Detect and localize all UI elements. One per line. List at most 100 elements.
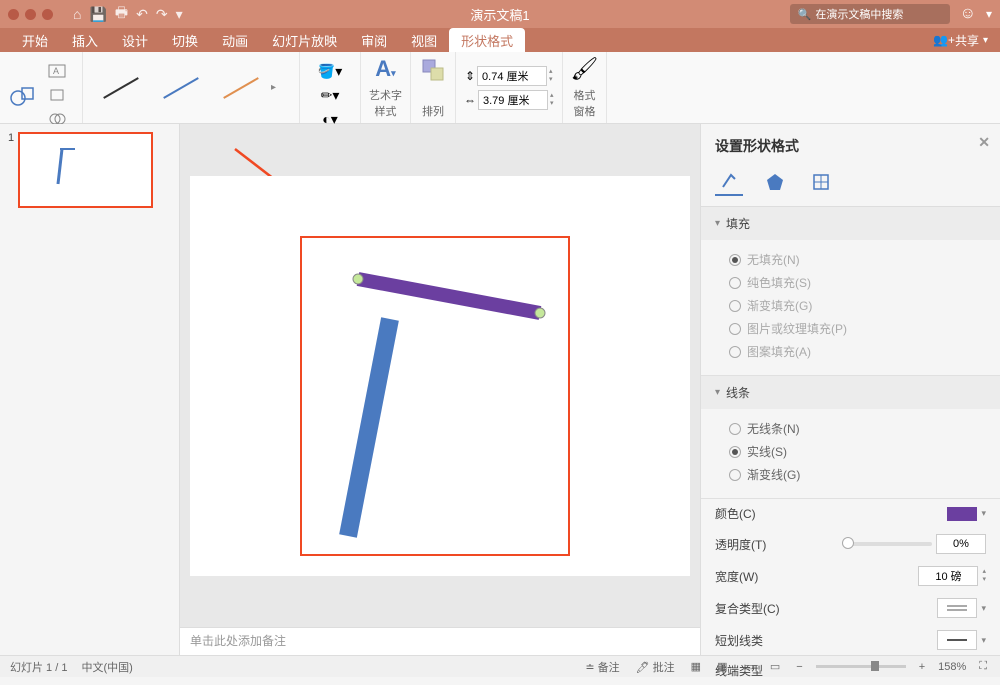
fill-picture[interactable]: 图片或纹理填充(P) bbox=[729, 317, 986, 340]
prop-dash: 短划线类 ▾ bbox=[701, 624, 1000, 656]
slide-thumbnail-1[interactable] bbox=[18, 132, 153, 208]
style-preset-3[interactable] bbox=[211, 64, 271, 112]
fill-none[interactable]: 无填充(N) bbox=[729, 248, 986, 271]
wordart-label: 艺术字 样式 bbox=[369, 87, 402, 119]
notes-toggle[interactable]: ≐ 备注 bbox=[582, 659, 622, 675]
fill-gradient[interactable]: 渐变填充(G) bbox=[729, 294, 986, 317]
pane-tab-effects[interactable] bbox=[761, 168, 789, 196]
slides-panel: 1 bbox=[0, 124, 180, 655]
maximize-window[interactable] bbox=[42, 9, 53, 20]
style-preset-1[interactable] bbox=[91, 64, 151, 112]
line-options: 无线条(N) 实线(S) 渐变线(G) bbox=[701, 409, 1000, 498]
text-box-icon[interactable]: A bbox=[44, 60, 70, 82]
quick-access-toolbar: ⌂ 💾 🖶 ↶ ↷ ▾ bbox=[73, 2, 183, 26]
ribbon-arrange-group: 排列 bbox=[411, 52, 456, 123]
format-pane-label: 格式 窗格 bbox=[573, 87, 595, 119]
search-input[interactable]: 🔍 在演示文稿中搜索 bbox=[790, 4, 950, 24]
status-language[interactable]: 中文(中国) bbox=[81, 659, 132, 675]
format-pane: 设置形状格式 ✕ 填充 无填充(N) 纯色填充(S) 渐变填充(G) 图片或纹理… bbox=[700, 124, 1000, 655]
width-icon: ⇔ bbox=[464, 93, 476, 107]
comments-toggle[interactable]: 🖊 批注 bbox=[633, 659, 678, 675]
print-icon[interactable]: 🖶 bbox=[115, 2, 128, 26]
gallery-more-icon[interactable]: ▸ bbox=[271, 82, 291, 93]
wordart-button[interactable]: A▾ bbox=[375, 56, 395, 82]
zoom-slider[interactable] bbox=[816, 665, 906, 668]
fit-to-window-icon[interactable]: ⛶ bbox=[976, 660, 990, 673]
notes-input[interactable]: 单击此处添加备注 bbox=[180, 627, 700, 655]
close-pane-icon[interactable]: ✕ bbox=[978, 134, 990, 151]
view-normal-icon[interactable]: ▦ bbox=[688, 660, 704, 673]
height-down[interactable]: ▾ bbox=[549, 76, 553, 84]
zoom-out[interactable]: − bbox=[793, 661, 805, 673]
pane-tab-size[interactable] bbox=[807, 168, 835, 196]
menu-insert[interactable]: 插入 bbox=[60, 28, 110, 52]
fill-solid[interactable]: 纯色填充(S) bbox=[729, 271, 986, 294]
line-gradient[interactable]: 渐变线(G) bbox=[729, 463, 986, 486]
menu-transitions[interactable]: 切换 bbox=[160, 28, 210, 52]
canvas-area: 单击此处添加备注 bbox=[180, 124, 700, 655]
line-width-input[interactable] bbox=[918, 566, 978, 586]
feedback-icon[interactable]: ☺ bbox=[960, 5, 976, 23]
pane-tabs bbox=[701, 164, 1000, 207]
line-color-picker[interactable] bbox=[947, 507, 977, 521]
width-down[interactable]: ▾ bbox=[550, 100, 554, 108]
qat-more-icon[interactable]: ▾ bbox=[176, 6, 183, 23]
transparency-input[interactable] bbox=[936, 534, 986, 554]
shape-blue-line[interactable] bbox=[330, 311, 430, 546]
arrange-label: 排列 bbox=[422, 103, 444, 119]
pane-title: 设置形状格式 ✕ bbox=[701, 124, 1000, 164]
edit-shape-icon[interactable] bbox=[44, 84, 70, 106]
prop-compound: 复合类型(C) ▾ bbox=[701, 592, 1000, 624]
shape-fill-icon[interactable]: 🪣▾ bbox=[317, 60, 343, 82]
menu-slideshow[interactable]: 幻灯片放映 bbox=[260, 28, 349, 52]
line-none[interactable]: 无线条(N) bbox=[729, 417, 986, 440]
line-solid[interactable]: 实线(S) bbox=[729, 440, 986, 463]
view-sorter-icon[interactable]: ▦ bbox=[714, 660, 730, 673]
minimize-window[interactable] bbox=[25, 9, 36, 20]
width-input[interactable] bbox=[478, 90, 548, 110]
menu-review[interactable]: 审阅 bbox=[349, 28, 399, 52]
view-slideshow-icon[interactable]: ▭ bbox=[767, 660, 783, 673]
prop-transparency: 透明度(T) bbox=[701, 528, 1000, 560]
ribbon: A 形状 ▸ 🪣▾ ✏▾ ◐▾ 形状填充 A▾ 艺术字 样式 bbox=[0, 52, 1000, 124]
section-line-header[interactable]: 线条 bbox=[701, 376, 1000, 409]
titlebar: ⌂ 💾 🖶 ↶ ↷ ▾ 演示文稿1 🔍 在演示文稿中搜索 ☺ ▾ bbox=[0, 0, 1000, 28]
zoom-level[interactable]: 158% bbox=[938, 661, 966, 673]
style-preset-2[interactable] bbox=[151, 64, 211, 112]
section-fill-header[interactable]: 填充 bbox=[701, 207, 1000, 240]
menu-design[interactable]: 设计 bbox=[110, 28, 160, 52]
color-dropdown-icon[interactable]: ▾ bbox=[981, 508, 986, 519]
insert-shape-button[interactable] bbox=[8, 80, 36, 111]
save-icon[interactable]: 💾 bbox=[89, 6, 106, 23]
dash-type-combo[interactable] bbox=[937, 630, 977, 650]
status-slide[interactable]: 幻灯片 1 / 1 bbox=[10, 659, 67, 675]
fill-pattern[interactable]: 图案填充(A) bbox=[729, 340, 986, 363]
statusbar: 幻灯片 1 / 1 中文(中国) ≐ 备注 🖊 批注 ▦ ▦ ▭ ▭ − + 1… bbox=[0, 655, 1000, 677]
prop-color: 颜色(C) ▾ bbox=[701, 499, 1000, 528]
height-input[interactable] bbox=[477, 66, 547, 86]
menu-home[interactable]: 开始 bbox=[10, 28, 60, 52]
undo-icon[interactable]: ↶ bbox=[136, 6, 148, 23]
shape-outline-icon[interactable]: ✏▾ bbox=[317, 84, 343, 106]
compound-type-combo[interactable] bbox=[937, 598, 977, 618]
height-up[interactable]: ▴ bbox=[549, 68, 553, 76]
titlebar-more-icon[interactable]: ▾ bbox=[986, 7, 992, 21]
transparency-slider[interactable] bbox=[842, 542, 932, 546]
search-placeholder: 在演示文稿中搜索 bbox=[815, 6, 903, 22]
width-up[interactable]: ▴ bbox=[550, 92, 554, 100]
menu-shape-format[interactable]: 形状格式 bbox=[449, 28, 525, 52]
slide-canvas[interactable] bbox=[190, 176, 690, 576]
menu-animations[interactable]: 动画 bbox=[210, 28, 260, 52]
close-window[interactable] bbox=[8, 9, 19, 20]
menu-view[interactable]: 视图 bbox=[399, 28, 449, 52]
ribbon-size-group: ⇕ ▴▾ ⇔ ▴▾ bbox=[456, 52, 563, 123]
format-pane-button[interactable]: 🖌 bbox=[571, 56, 599, 82]
share-button[interactable]: 👥+ 共享 ▾ bbox=[921, 28, 1000, 52]
home-icon[interactable]: ⌂ bbox=[73, 6, 81, 22]
pane-tab-fill-line[interactable] bbox=[715, 168, 743, 196]
zoom-in[interactable]: + bbox=[916, 661, 928, 673]
redo-icon[interactable]: ↷ bbox=[156, 6, 168, 23]
view-reading-icon[interactable]: ▭ bbox=[740, 660, 756, 673]
svg-text:A: A bbox=[53, 66, 59, 76]
arrange-button[interactable] bbox=[419, 56, 447, 87]
